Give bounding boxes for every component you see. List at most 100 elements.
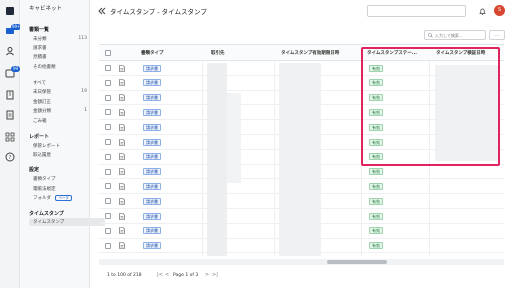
building-icon[interactable] bbox=[5, 90, 15, 100]
sidebar-item-label: フォルダ bbox=[33, 196, 51, 201]
row-checkbox[interactable] bbox=[105, 168, 111, 175]
doc-type-badge: 請求書 bbox=[143, 153, 161, 161]
doc-type-badge: 請求書 bbox=[143, 197, 161, 205]
filter-button[interactable]: ··· bbox=[489, 30, 505, 40]
sidebar-item-label: 金額訂正 bbox=[33, 100, 51, 105]
collapse-left-icon[interactable] bbox=[98, 7, 106, 15]
row-checkbox[interactable] bbox=[105, 242, 111, 249]
highlight-box bbox=[361, 47, 500, 166]
sidebar-item-storage-report[interactable]: 保管レポート bbox=[33, 143, 87, 149]
scrollbar-thumb[interactable] bbox=[327, 260, 387, 264]
section-heading-reports: レポート bbox=[29, 134, 50, 140]
document-icon[interactable] bbox=[119, 153, 125, 161]
status-badge: 有効 bbox=[369, 242, 383, 250]
status-badge: 有効 bbox=[369, 168, 383, 176]
row-checkbox[interactable] bbox=[105, 213, 111, 219]
document-icon[interactable] bbox=[119, 64, 125, 72]
page-header: タイムスタンプ - タイムスタンプ S bbox=[91, 0, 512, 24]
sidebar-item-unsaved[interactable]: 未日保管 19 bbox=[33, 89, 87, 95]
next-page-button[interactable]: > bbox=[205, 272, 209, 278]
doc-type-badge: 請求書 bbox=[143, 242, 161, 250]
status-badge: 有効 bbox=[369, 182, 383, 190]
document-icon[interactable] bbox=[119, 138, 125, 146]
help-icon[interactable]: ? bbox=[5, 152, 15, 162]
apps-grid-icon[interactable] bbox=[5, 132, 15, 142]
upload-count-badge: 99 bbox=[11, 66, 20, 72]
row-checkbox[interactable] bbox=[105, 198, 111, 205]
table-search[interactable] bbox=[424, 30, 486, 40]
column-header-expiry[interactable]: タイムスタンプ有効期限日時 bbox=[281, 50, 339, 56]
sidebar-item-label: タイムスタンプ bbox=[33, 220, 65, 225]
row-checkbox[interactable] bbox=[105, 124, 111, 131]
row-checkbox[interactable] bbox=[105, 65, 111, 71]
sidebar-item-folder[interactable]: フォルダ ベータ bbox=[33, 195, 87, 201]
page-title: タイムスタンプ - タイムスタンプ bbox=[110, 8, 207, 16]
document-icon[interactable] bbox=[119, 183, 125, 190]
page-indicator: Page 1 of 3 bbox=[173, 273, 199, 278]
status-badge: 有効 bbox=[369, 212, 383, 220]
row-checkbox[interactable] bbox=[105, 227, 111, 234]
column-header-partner[interactable]: 取引先 bbox=[211, 50, 225, 56]
doc-type-badge: 請求書 bbox=[143, 168, 161, 176]
document-list-icon[interactable] bbox=[5, 110, 15, 120]
bell-icon[interactable] bbox=[479, 8, 486, 15]
search-icon bbox=[428, 33, 433, 38]
document-icon[interactable] bbox=[119, 212, 125, 220]
sidebar-item-label: 見積書 bbox=[33, 55, 47, 60]
sidebar-item-import-history[interactable]: 取込履歴 bbox=[33, 152, 87, 158]
row-checkbox[interactable] bbox=[105, 153, 111, 160]
sidebar-item-count: 113 bbox=[78, 36, 87, 41]
cabinet-icon[interactable] bbox=[5, 6, 15, 16]
sidebar-item-count: 1 bbox=[84, 108, 87, 113]
section-heading-timestamp: タイムスタンプ bbox=[29, 211, 64, 217]
document-icon[interactable] bbox=[119, 227, 125, 235]
row-range: 1 to 100 of 218 bbox=[107, 273, 142, 278]
svg-text:?: ? bbox=[9, 155, 12, 161]
document-icon[interactable] bbox=[119, 242, 125, 249]
first-page-button[interactable]: |< bbox=[157, 272, 163, 278]
search-input[interactable] bbox=[435, 32, 485, 39]
row-checkbox[interactable] bbox=[105, 94, 111, 101]
sidebar-item-label: 書類タイプ bbox=[33, 177, 56, 182]
row-checkbox[interactable] bbox=[105, 79, 111, 86]
row-checkbox[interactable] bbox=[105, 109, 111, 116]
sidebar-item-amount-fix[interactable]: 金額訂正 bbox=[33, 99, 87, 105]
sidebar-item-quote[interactable]: 見積書 bbox=[33, 54, 87, 60]
sidebar-item-other-docs[interactable]: その他書類 bbox=[33, 64, 87, 70]
sidebar-item-uncategorized[interactable]: 未分類 113 bbox=[33, 36, 87, 42]
document-icon[interactable] bbox=[119, 168, 125, 175]
last-page-button[interactable]: >| bbox=[212, 272, 218, 278]
document-icon[interactable] bbox=[119, 79, 125, 87]
document-icon[interactable] bbox=[119, 94, 125, 101]
status-badge: 有効 bbox=[369, 227, 383, 235]
document-icon[interactable] bbox=[119, 109, 125, 116]
column-header-doc-type[interactable]: 書類タイプ bbox=[141, 50, 164, 56]
sidebar-item-amount-class[interactable]: 金額分類 1 bbox=[33, 108, 87, 114]
sidebar-item-trash[interactable]: ごみ箱 bbox=[33, 118, 87, 124]
row-checkbox[interactable] bbox=[105, 139, 111, 145]
sidebar: キャビネット 書類一覧 未分類 113 請求書 見積書 その他書類 すべて 未日… bbox=[20, 0, 105, 288]
sidebar-item-timestamp[interactable]: タイムスタンプ bbox=[33, 219, 87, 225]
sidebar-item-invoice[interactable]: 請求書 bbox=[33, 45, 87, 51]
horizontal-scrollbar[interactable] bbox=[99, 259, 504, 265]
sidebar-item-e-book-rules[interactable]: 電帳法規定 bbox=[33, 186, 87, 192]
document-icon[interactable] bbox=[119, 197, 125, 205]
select-all-checkbox[interactable] bbox=[105, 50, 111, 56]
sidebar-item-label: 金額分類 bbox=[33, 109, 51, 114]
redacted-partner-column bbox=[207, 63, 227, 256]
doc-type-badge: 請求書 bbox=[143, 64, 161, 72]
sidebar-item-count: 19 bbox=[81, 89, 87, 94]
sidebar-item-label: 取込履歴 bbox=[33, 153, 51, 158]
icon-rail: 99+ 99 ? bbox=[0, 0, 22, 288]
avatar[interactable]: S bbox=[494, 5, 505, 16]
sidebar-item-label: 電帳法規定 bbox=[33, 187, 56, 192]
user-icon[interactable] bbox=[5, 46, 15, 56]
section-heading-settings: 設定 bbox=[29, 167, 40, 173]
sidebar-item-label: 保管レポート bbox=[33, 144, 60, 149]
row-checkbox[interactable] bbox=[105, 183, 111, 190]
prev-page-button[interactable]: < bbox=[165, 272, 169, 278]
global-search-input[interactable] bbox=[367, 5, 466, 17]
document-icon[interactable] bbox=[119, 123, 125, 131]
sidebar-item-doc-type[interactable]: 書類タイプ bbox=[33, 176, 87, 182]
sidebar-item-all[interactable]: すべて bbox=[33, 80, 87, 86]
